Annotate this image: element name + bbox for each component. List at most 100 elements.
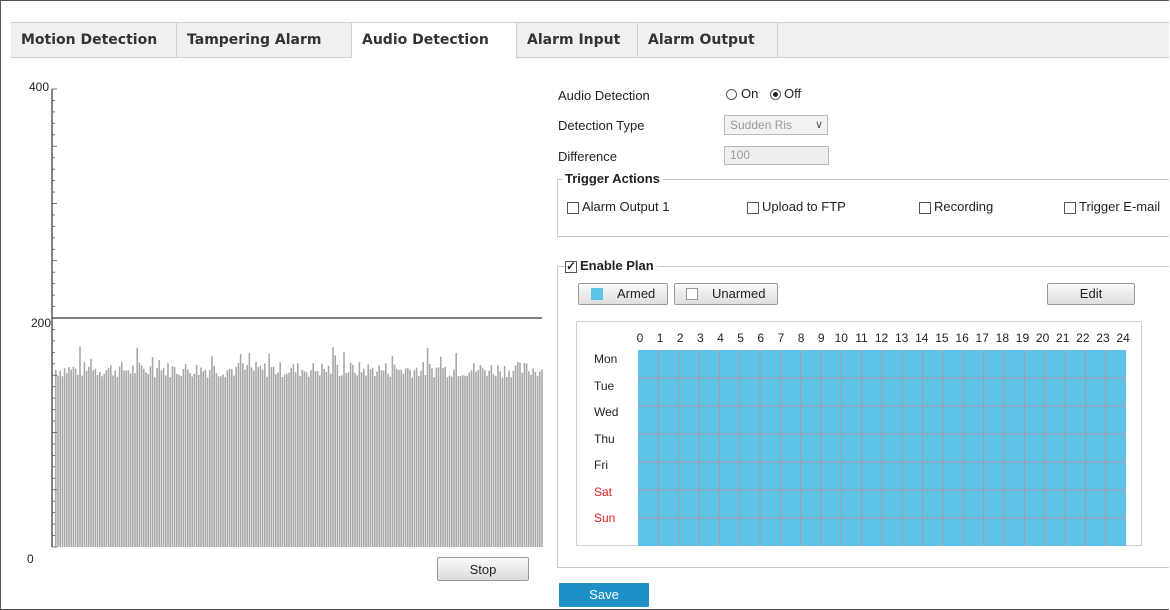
audio-level-bar bbox=[162, 368, 165, 547]
audio-level-bar bbox=[138, 362, 141, 547]
audio-level-bar bbox=[473, 363, 475, 547]
audio-detection-window: Motion Detection Tampering Alarm Audio D… bbox=[0, 0, 1169, 610]
audio-level-bar bbox=[418, 376, 420, 547]
audio-level-bar bbox=[332, 347, 334, 547]
hour-label: 11 bbox=[855, 331, 868, 345]
audio-level-bar bbox=[279, 362, 281, 547]
audio-level-bar bbox=[481, 367, 484, 547]
audio-level-bar bbox=[310, 370, 312, 547]
audio-level-bar bbox=[228, 368, 231, 547]
audio-level-bar bbox=[433, 377, 435, 547]
audio-level-bar bbox=[356, 375, 358, 547]
audio-level-bar bbox=[220, 376, 222, 547]
audio-level-bar bbox=[314, 371, 317, 547]
stop-button[interactable]: Stop bbox=[437, 557, 529, 581]
audio-level-bar bbox=[316, 371, 319, 547]
audio-level-bar bbox=[294, 372, 297, 547]
hour-label: 8 bbox=[797, 331, 805, 345]
audio-level-bar bbox=[83, 362, 86, 547]
audio-level-bar bbox=[77, 374, 79, 547]
audio-level-bar bbox=[369, 369, 372, 547]
audio-level-bar bbox=[182, 368, 185, 547]
audio-level-bar bbox=[288, 372, 290, 547]
alarm-output-1-checkbox[interactable] bbox=[567, 202, 579, 214]
audio-level-bar bbox=[92, 370, 94, 547]
audio-level-bar bbox=[334, 355, 336, 547]
audio-level-bar bbox=[213, 366, 215, 547]
difference-input[interactable]: 100 bbox=[724, 146, 829, 165]
audio-level-bar bbox=[479, 365, 482, 547]
armed-button[interactable]: Armed bbox=[578, 283, 668, 305]
audio-level-bar bbox=[490, 365, 493, 547]
unarmed-swatch bbox=[686, 288, 698, 300]
audio-level-bar bbox=[132, 365, 134, 547]
audio-level-bar bbox=[88, 366, 90, 547]
audio-level-bar bbox=[255, 361, 257, 547]
audio-level-bar bbox=[204, 369, 207, 547]
recording-checkbox[interactable] bbox=[919, 202, 931, 214]
audio-detection-off-radio[interactable] bbox=[770, 89, 781, 100]
audio-level-bar bbox=[231, 369, 233, 547]
hour-label: 4 bbox=[717, 331, 724, 345]
hour-label: 5 bbox=[737, 331, 744, 345]
hour-label: 17 bbox=[975, 331, 989, 345]
audio-level-bar bbox=[413, 370, 416, 547]
tab-alarm-output[interactable]: Alarm Output bbox=[638, 23, 778, 57]
audio-level-bar bbox=[209, 370, 211, 547]
audio-level-bar bbox=[253, 370, 255, 547]
save-button[interactable]: Save bbox=[559, 583, 649, 607]
audio-level-bar bbox=[336, 364, 339, 547]
audio-level-bar bbox=[431, 368, 433, 547]
audio-level-bar bbox=[409, 369, 411, 547]
day-label-sun: Sun bbox=[594, 511, 616, 525]
audio-detection-on-radio[interactable] bbox=[726, 89, 737, 100]
audio-level-bar bbox=[246, 364, 248, 547]
schedule-grid[interactable] bbox=[638, 350, 1126, 546]
hour-label: 1 bbox=[656, 331, 664, 345]
audio-level-bar bbox=[510, 377, 512, 547]
audio-level-bar bbox=[312, 363, 314, 547]
audio-level-bar bbox=[195, 364, 198, 547]
hour-label: 0 bbox=[636, 331, 644, 345]
day-label-fri: Fri bbox=[594, 458, 608, 472]
audio-level-bar bbox=[404, 368, 407, 547]
audio-level-bar bbox=[191, 376, 193, 547]
day-label-wed: Wed bbox=[594, 405, 619, 419]
audio-level-bar bbox=[123, 370, 125, 547]
audio-level-bar bbox=[475, 371, 477, 547]
audio-level-bar bbox=[222, 374, 224, 547]
audio-level-bar bbox=[114, 370, 116, 547]
audio-level-bar bbox=[444, 366, 446, 547]
upload-to-ftp-checkbox[interactable] bbox=[747, 202, 759, 214]
hour-label: 3 bbox=[697, 331, 704, 345]
audio-level-bar bbox=[464, 375, 466, 547]
audio-level-bar bbox=[176, 373, 178, 547]
audio-level-bar bbox=[266, 376, 268, 547]
audio-level-bar bbox=[374, 376, 376, 547]
enable-plan-checkbox[interactable] bbox=[565, 259, 577, 273]
audio-level-bar bbox=[301, 369, 303, 547]
audio-level-bar bbox=[57, 375, 59, 547]
audio-level-bar bbox=[541, 369, 543, 547]
edit-button[interactable]: Edit bbox=[1047, 283, 1135, 305]
unarmed-button[interactable]: Unarmed bbox=[674, 283, 778, 305]
audio-level-bar bbox=[462, 375, 464, 547]
audio-level-bar bbox=[396, 368, 398, 547]
audio-level-bar bbox=[59, 370, 61, 547]
audio-level-bar bbox=[517, 362, 519, 547]
audio-level-bar bbox=[165, 375, 167, 547]
audio-level-bar bbox=[532, 368, 534, 547]
audio-level-bar bbox=[347, 372, 350, 547]
audio-level-bar bbox=[420, 370, 422, 547]
enable-plan-label: Enable Plan bbox=[577, 258, 657, 273]
audio-level-bar bbox=[319, 375, 321, 547]
detection-type-label: Detection Type bbox=[558, 118, 645, 133]
audio-level-bar bbox=[459, 376, 462, 547]
detection-type-select[interactable]: Sudden Ris ∨ bbox=[724, 115, 828, 135]
audio-level-bar bbox=[523, 363, 526, 547]
audio-level-bar bbox=[121, 362, 123, 547]
audio-level-bar bbox=[440, 356, 442, 547]
trigger-actions-legend: Trigger Actions bbox=[562, 171, 663, 186]
trigger-email-checkbox[interactable] bbox=[1064, 202, 1076, 214]
armed-swatch bbox=[591, 288, 603, 300]
